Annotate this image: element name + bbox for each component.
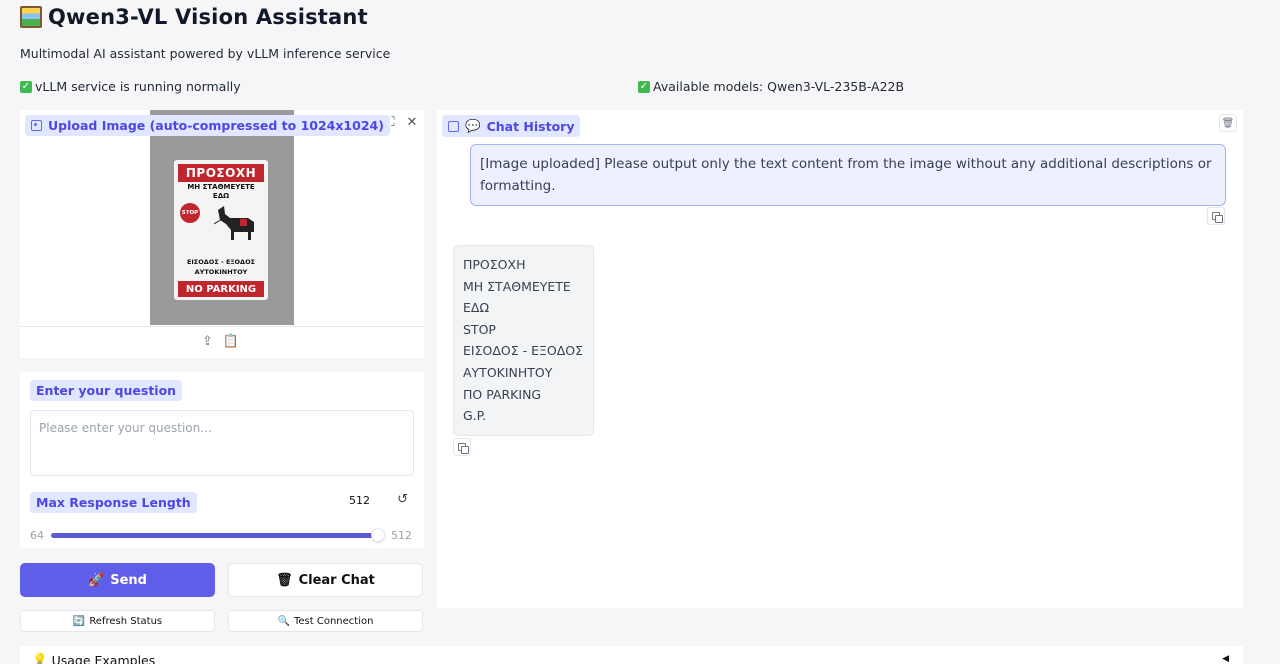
assistant-line: STOP xyxy=(463,321,496,337)
upload-actions: ⇪ 📋 xyxy=(202,334,239,349)
uploaded-image[interactable]: ΠΡΟΣΟΧΗ ΜΗ ΣΤΑΘΜΕΥΕΤΕ ΕΔΩ STOP ΕΙΣΟΔΟΣ -… xyxy=(150,110,294,325)
assistant-line: ΠΟ PARKING xyxy=(463,386,542,402)
chat-icon xyxy=(448,120,459,132)
refresh-status-button[interactable]: 🔄 Refresh Status xyxy=(20,610,215,632)
framed-picture-icon xyxy=(20,6,42,28)
service-status-text: vLLM service is running normally xyxy=(35,79,241,94)
clipboard-icon[interactable]: 📋 xyxy=(223,334,239,349)
assistant-line: ΠΡΟΣΟΧΗ xyxy=(463,257,526,272)
check-icon: ✓ xyxy=(638,80,650,93)
chat-history-label: 💬 Chat History xyxy=(442,115,581,137)
page-subtitle: Multimodal AI assistant powered by vLLM … xyxy=(20,46,391,61)
slider-thumb[interactable] xyxy=(371,528,385,542)
donkey-icon xyxy=(214,206,254,240)
copy-icon[interactable] xyxy=(1207,207,1225,225)
question-label: Enter your question xyxy=(30,380,183,401)
max-length-slider[interactable] xyxy=(51,528,385,542)
sign-line-1: ΜΗ ΣΤΑΘΜΕΥΕΤΕ xyxy=(187,183,255,191)
page-title-text: Qwen3-VL Vision Assistant xyxy=(48,5,368,29)
send-button-label: Send xyxy=(110,572,147,588)
close-icon[interactable]: ✕ xyxy=(404,114,420,130)
image-upload-panel: Upload Image (auto-compressed to 1024x10… xyxy=(20,110,424,358)
clear-chat-button-label: Clear Chat xyxy=(298,572,375,588)
assistant-message: ΠΡΟΣΟΧΗ ΜΗ ΣΤΑΘΜΕΥΕΤΕ ΕΔΩ STOP ΕΙΣΟΔΟΣ -… xyxy=(453,245,594,436)
question-panel: Enter your question Max Response Length … xyxy=(20,372,424,548)
image-icon xyxy=(31,120,42,131)
assistant-line: ΕΙΣΟΔΟΣ - ΕΞΟΔΟΣ xyxy=(463,343,583,359)
clear-chat-button[interactable]: 🗑 Clear Chat xyxy=(228,563,423,597)
magnifier-icon: 🔍 xyxy=(277,615,290,627)
assistant-line: G.P. xyxy=(463,408,487,424)
triangle-left-icon[interactable]: ◀ xyxy=(1222,654,1229,664)
send-button[interactable]: 🚀 Send xyxy=(20,563,215,597)
refresh-icon: 🔄 xyxy=(72,615,86,627)
divider xyxy=(20,326,424,327)
chat-history-panel: 💬 Chat History 🗑 [Image uploaded] Please… xyxy=(437,110,1243,608)
max-length-value[interactable]: 512 xyxy=(349,494,370,507)
sign-stop: STOP xyxy=(180,203,200,223)
sign-picture: ΠΡΟΣΟΧΗ ΜΗ ΣΤΑΘΜΕΥΕΤΕ ΕΔΩ STOP ΕΙΣΟΔΟΣ -… xyxy=(174,160,268,300)
lightbulb-icon: 💡 xyxy=(32,652,48,664)
test-connection-button[interactable]: 🔍 Test Connection xyxy=(228,610,423,632)
clear-history-icon[interactable]: 🗑 xyxy=(1219,114,1237,132)
upload-icon[interactable]: ⇪ xyxy=(202,334,213,349)
sign-no-parking: NO PARKING xyxy=(178,281,264,297)
question-input[interactable] xyxy=(30,410,414,476)
assistant-line: ΑΥΤΟΚΙΝΗΤΟΥ xyxy=(463,364,553,380)
slider-fill xyxy=(51,533,375,538)
usage-examples-accordion[interactable]: 💡 Usage Examples ◀ xyxy=(20,646,1243,664)
sign-line-4: ΑΥΤΟΚΙΝΗΤΟΥ xyxy=(194,268,248,276)
upload-label-text: Upload Image (auto-compressed to 1024x10… xyxy=(48,118,384,133)
trash-icon: 🗑 xyxy=(276,572,293,588)
speech-bubble-icon: 💬 xyxy=(465,118,481,133)
sign-line-3: ΕΙΣΟΔΟΣ - ΕΞΟΔΟΣ xyxy=(186,258,256,266)
test-connection-label: Test Connection xyxy=(294,615,374,627)
sign-line-2: ΕΔΩ xyxy=(212,192,230,200)
usage-examples-label: Usage Examples xyxy=(51,652,156,664)
rocket-icon: 🚀 xyxy=(88,572,105,588)
usage-examples-header: 💡 Usage Examples xyxy=(32,652,155,664)
page-title: Qwen3-VL Vision Assistant xyxy=(20,5,368,29)
check-icon: ✓ xyxy=(20,80,32,93)
chat-history-label-text: Chat History xyxy=(486,118,575,134)
slider-max: 512 xyxy=(391,529,412,542)
assistant-line: ΕΔΩ xyxy=(463,300,490,316)
refresh-status-label: Refresh Status xyxy=(89,615,163,627)
max-length-label: Max Response Length xyxy=(30,492,197,513)
service-status: ✓ vLLM service is running normally xyxy=(20,79,241,94)
reset-icon[interactable]: ↺ xyxy=(397,492,408,507)
copy-icon[interactable] xyxy=(453,438,471,456)
models-status: ✓ Available models: Qwen3-VL-235B-A22B xyxy=(638,79,904,94)
user-message: [Image uploaded] Please output only the … xyxy=(470,144,1226,206)
models-status-text: Available models: Qwen3-VL-235B-A22B xyxy=(653,79,905,94)
sign-header-text: ΠΡΟΣΟΧΗ xyxy=(178,164,264,182)
slider-min: 64 xyxy=(30,529,44,542)
assistant-line: ΜΗ ΣΤΑΘΜΕΥΕΤΕ xyxy=(463,278,571,294)
upload-label: Upload Image (auto-compressed to 1024x10… xyxy=(25,115,390,136)
